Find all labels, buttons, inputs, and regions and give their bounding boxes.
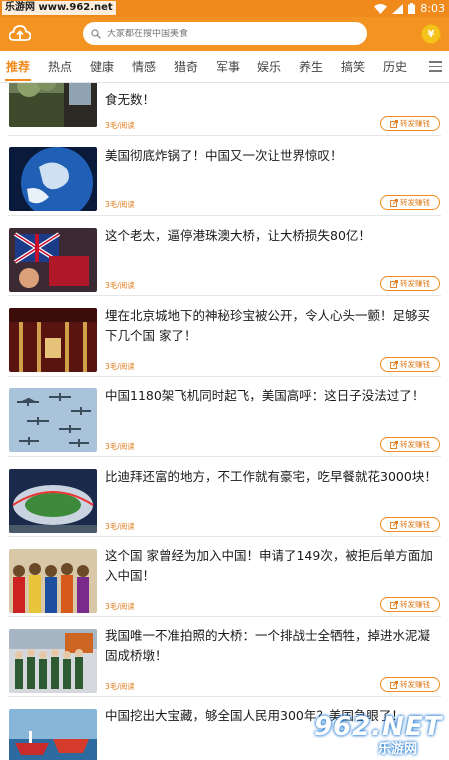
- list-item[interactable]: 我国唯一不准拍照的大桥：一个排战士全牺牲，掉进水泥凝固成桥墩！ 3毛/阅读 转发…: [0, 617, 449, 697]
- read-reward: 3毛/阅读: [105, 200, 135, 209]
- tab-recommend[interactable]: 推荐: [3, 51, 33, 83]
- watermark-site: 乐游网 www.962.net: [2, 1, 116, 15]
- status-bar: 乐游网 www.962.net 8:03: [0, 0, 449, 17]
- search-input[interactable]: [107, 28, 347, 39]
- article-title[interactable]: 埋在北京城地下的神秘珍宝被公开，令人心头一颤！足够买下几个国 家了！: [105, 306, 440, 346]
- category-tabs: 推荐 热点 健康 情感 猎奇 军事 娱乐 养生 搞笑 历史: [0, 51, 449, 83]
- share-earn-button[interactable]: 转发赚钱: [380, 437, 440, 452]
- tab-entertainment[interactable]: 娱乐: [254, 51, 284, 83]
- signal-icon: [392, 3, 404, 14]
- search-box[interactable]: [83, 22, 367, 45]
- search-icon: [91, 28, 101, 39]
- read-reward: 3毛/阅读: [105, 362, 135, 371]
- tab-hot[interactable]: 热点: [45, 51, 75, 83]
- watermark-badge-sub: 乐游网: [378, 742, 418, 757]
- share-icon: [390, 680, 398, 689]
- read-reward: 3毛/阅读: [105, 121, 135, 130]
- app-header: ¥: [0, 17, 449, 51]
- thumbnail-palace-icon: [9, 308, 97, 372]
- share-earn-button[interactable]: 转发赚钱: [380, 597, 440, 612]
- tab-funny[interactable]: 搞笑: [338, 51, 368, 83]
- share-icon: [390, 520, 398, 529]
- read-reward: 3毛/阅读: [105, 682, 135, 691]
- share-icon: [390, 279, 398, 288]
- divider: [8, 295, 441, 296]
- watermark-logo: 962.NET 乐游网: [308, 708, 444, 758]
- read-reward: 3毛/阅读: [105, 442, 135, 451]
- menu-icon[interactable]: [429, 61, 442, 72]
- tab-wellness[interactable]: 养生: [296, 51, 326, 83]
- read-reward: 3毛/阅读: [105, 281, 135, 290]
- share-label: 转发赚钱: [400, 119, 430, 128]
- share-icon: [390, 440, 398, 449]
- share-earn-button[interactable]: 转发赚钱: [380, 195, 440, 210]
- article-list: 食无数！ 3毛/阅读 转发赚钱 美国彻底炸锅了！中国又一次让世界惊叹！ 3毛/阅…: [0, 83, 449, 760]
- thumbnail-aircraft-icon: [9, 388, 97, 452]
- share-earn-button[interactable]: 转发赚钱: [380, 276, 440, 291]
- status-icons: 8:03: [374, 0, 445, 17]
- tab-history[interactable]: 历史: [380, 51, 410, 83]
- article-title[interactable]: 比迪拜还富的地方，不工作就有豪宅，吃早餐就花3000块！: [105, 467, 440, 487]
- thumbnail-boats-icon: [9, 709, 97, 760]
- tab-curiosity[interactable]: 猎奇: [171, 51, 201, 83]
- share-icon: [390, 360, 398, 369]
- thumbnail-stadium-icon: [9, 469, 97, 533]
- thumbnail-soldiers-icon: [9, 629, 97, 693]
- list-item[interactable]: 比迪拜还富的地方，不工作就有豪宅，吃早餐就花3000块！ 3毛/阅读 转发赚钱: [0, 457, 449, 537]
- battery-icon: [408, 3, 416, 14]
- thumbnail-earth-icon: [9, 147, 97, 211]
- read-reward: 3毛/阅读: [105, 522, 135, 531]
- share-label: 转发赚钱: [400, 440, 430, 449]
- gold-coin-icon[interactable]: ¥: [421, 24, 441, 44]
- share-label: 转发赚钱: [400, 360, 430, 369]
- article-title[interactable]: 这个老太，逼停港珠澳大桥，让大桥损失80亿！: [105, 226, 440, 246]
- article-title[interactable]: 食无数！: [105, 90, 440, 110]
- tab-health[interactable]: 健康: [87, 51, 117, 83]
- share-icon: [390, 600, 398, 609]
- share-icon: [390, 198, 398, 207]
- share-label: 转发赚钱: [400, 600, 430, 609]
- share-earn-button[interactable]: 转发赚钱: [380, 517, 440, 532]
- share-label: 转发赚钱: [400, 680, 430, 689]
- share-earn-button[interactable]: 转发赚钱: [380, 116, 440, 131]
- clock: 8:03: [420, 2, 445, 15]
- article-title[interactable]: 美国彻底炸锅了！中国又一次让世界惊叹！: [105, 146, 440, 166]
- list-item[interactable]: 这个国 家曾经为加入中国！申请了149次，被拒后单方面加入中国！ 3毛/阅读 转…: [0, 537, 449, 617]
- thumbnail-flag-icon: [9, 228, 97, 292]
- tab-military[interactable]: 军事: [213, 51, 243, 83]
- list-item[interactable]: 中国1180架飞机同时起飞，美国高呼：这日子没法过了！ 3毛/阅读 转发赚钱: [0, 377, 449, 457]
- share-earn-button[interactable]: 转发赚钱: [380, 677, 440, 692]
- share-label: 转发赚钱: [400, 279, 430, 288]
- list-item[interactable]: 这个老太，逼停港珠澳大桥，让大桥损失80亿！ 3毛/阅读 转发赚钱: [0, 216, 449, 296]
- thumbnail-people-icon: [9, 549, 97, 613]
- list-item[interactable]: 埋在北京城地下的神秘珍宝被公开，令人心头一颤！足够买下几个国 家了！ 3毛/阅读…: [0, 297, 449, 377]
- share-icon: [390, 119, 398, 128]
- list-item[interactable]: 食无数！ 3毛/阅读 转发赚钱: [0, 83, 449, 136]
- cloud-upload-icon[interactable]: [9, 24, 31, 44]
- list-item[interactable]: 美国彻底炸锅了！中国又一次让世界惊叹！ 3毛/阅读 转发赚钱: [0, 136, 449, 216]
- share-earn-button[interactable]: 转发赚钱: [380, 357, 440, 372]
- article-title[interactable]: 这个国 家曾经为加入中国！申请了149次，被拒后单方面加入中国！: [105, 546, 440, 586]
- share-label: 转发赚钱: [400, 520, 430, 529]
- tab-emotion[interactable]: 情感: [129, 51, 159, 83]
- article-title[interactable]: 我国唯一不准拍照的大桥：一个排战士全牺牲，掉进水泥凝固成桥墩！: [105, 626, 440, 666]
- read-reward: 3毛/阅读: [105, 602, 135, 611]
- article-title[interactable]: 中国1180架飞机同时起飞，美国高呼：这日子没法过了！: [105, 386, 440, 406]
- share-label: 转发赚钱: [400, 198, 430, 207]
- wifi-icon: [374, 3, 388, 14]
- thumbnail-train-icon: [9, 83, 97, 127]
